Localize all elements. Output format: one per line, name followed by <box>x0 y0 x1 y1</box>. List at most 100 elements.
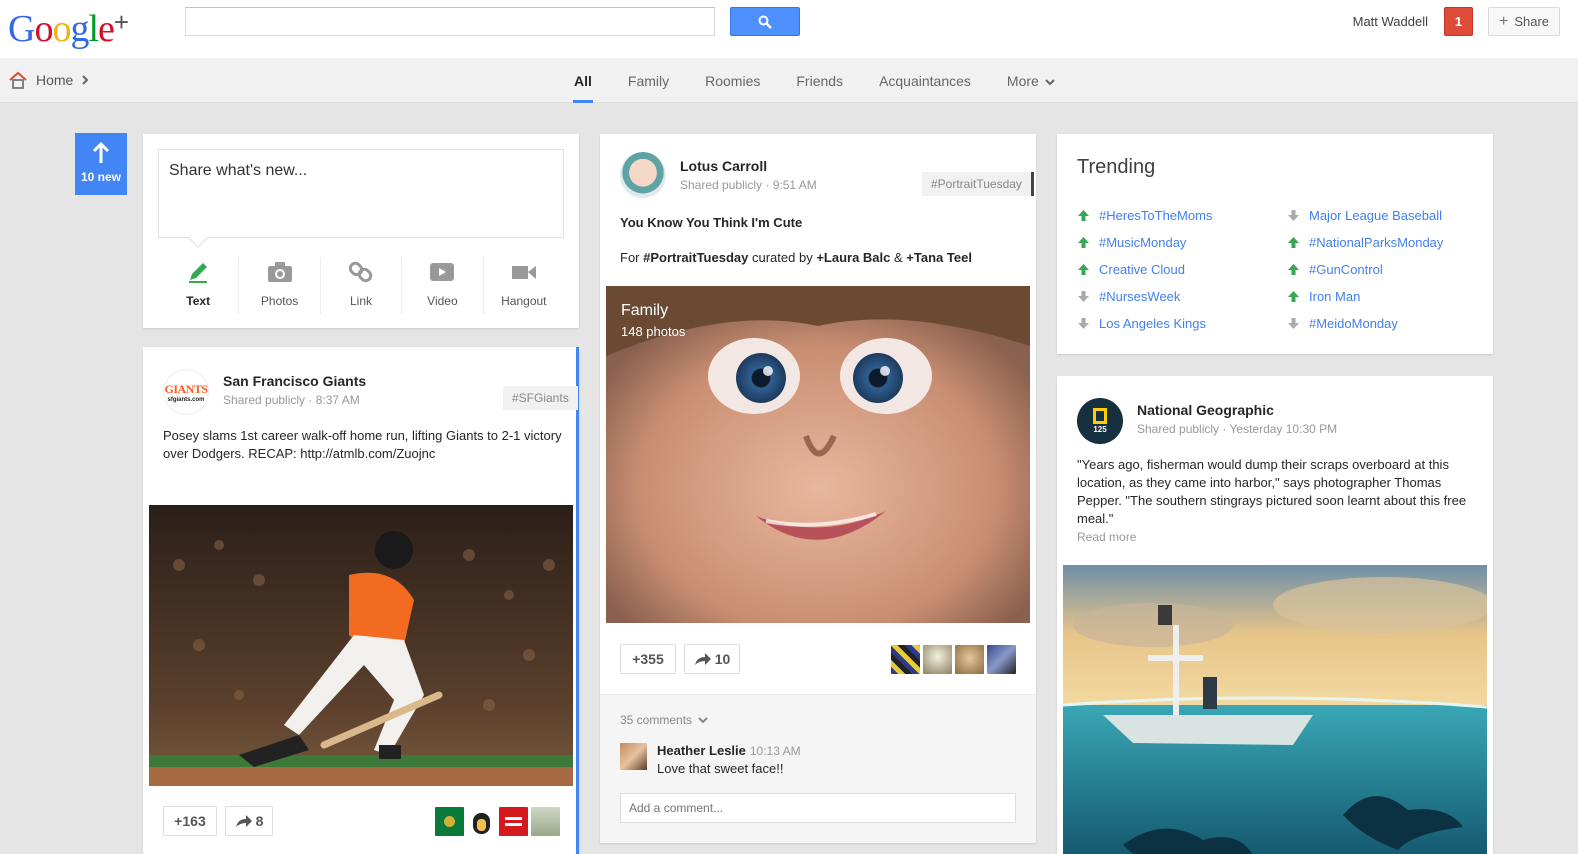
avatar[interactable] <box>987 645 1016 674</box>
stream-tabs: All Family Roomies Friends Acquaintances… <box>556 58 1073 103</box>
trending-item[interactable]: Los Angeles Kings <box>1077 310 1212 337</box>
post-author[interactable]: San Francisco Giants <box>223 373 366 389</box>
avatar[interactable] <box>531 807 560 836</box>
trend-down-icon <box>1288 318 1299 329</box>
avatar[interactable] <box>923 645 952 674</box>
trending-item[interactable]: #NursesWeek <box>1077 283 1212 310</box>
notification-badge[interactable]: 1 <box>1444 7 1473 36</box>
tab-acquaintances[interactable]: Acquaintances <box>861 58 989 103</box>
reshare-button[interactable]: 10 <box>684 644 740 674</box>
trending-item[interactable]: #NationalParksMonday <box>1287 229 1443 256</box>
search-button[interactable] <box>730 7 800 36</box>
avatar[interactable] <box>620 152 666 198</box>
album-overlay[interactable]: Family 148 photos <box>621 302 685 339</box>
share-link-button[interactable]: Link <box>321 258 403 314</box>
trending-item[interactable]: Iron Man <box>1287 283 1443 310</box>
post-text: Posey slams 1st career walk-off home run… <box>163 428 562 461</box>
post-text: For #PortraitTuesday curated by +Laura B… <box>620 250 972 265</box>
trending-item[interactable]: #HeresToTheMoms <box>1077 202 1212 229</box>
avatar[interactable] <box>955 645 984 674</box>
trending-item[interactable]: Major League Baseball <box>1287 202 1443 229</box>
trending-item[interactable]: #MusicMonday <box>1077 229 1212 256</box>
arrow-up-icon <box>92 141 110 163</box>
avatar[interactable] <box>499 807 528 836</box>
pencil-icon <box>189 263 208 283</box>
post-national-geographic: 125 National Geographic Shared publicly … <box>1057 376 1493 854</box>
comment: Heather Leslie 10:13 AM Love that sweet f… <box>620 743 801 776</box>
chevron-down-icon <box>698 717 708 724</box>
trend-up-icon <box>1288 264 1299 275</box>
camera-icon <box>267 262 292 282</box>
hashtag-link[interactable]: #PortraitTuesday <box>643 250 748 265</box>
trending-list-left: #HeresToTheMoms #MusicMonday Creative Cl… <box>1077 202 1212 337</box>
post-header: GIANTS sfgiants.com San Francisco Giants… <box>163 369 366 415</box>
trend-up-icon <box>1078 210 1089 221</box>
search-icon <box>758 15 772 29</box>
share-hangout-button[interactable]: Hangout <box>484 258 564 314</box>
hashtag-pill[interactable]: #SFGiants <box>503 386 578 410</box>
tab-more[interactable]: More <box>989 58 1073 103</box>
tab-friends[interactable]: Friends <box>778 58 861 103</box>
comments-toggle[interactable]: 35 comments <box>620 713 708 727</box>
avatar[interactable] <box>435 807 464 836</box>
tab-roomies[interactable]: Roomies <box>687 58 778 103</box>
top-bar: Google+ Matt Waddell 1 + Share <box>0 0 1578 58</box>
add-comment-input[interactable] <box>620 793 1016 823</box>
tab-all[interactable]: All <box>556 58 610 103</box>
post-author[interactable]: National Geographic <box>1137 402 1337 418</box>
trend-down-icon <box>1078 291 1089 302</box>
user-name[interactable]: Matt Waddell <box>1353 14 1428 29</box>
post-image-portrait[interactable]: Family 148 photos <box>606 286 1030 623</box>
home-icon <box>9 71 27 89</box>
album-name: Family <box>621 302 669 319</box>
home-menu[interactable]: Home <box>8 71 89 89</box>
plus-one-button[interactable]: +163 <box>163 806 217 836</box>
hashtag-pill[interactable]: #PortraitTuesday <box>922 172 1034 196</box>
comment-text: Love that sweet face!! <box>657 761 784 776</box>
avatar[interactable] <box>620 743 647 770</box>
trending-item[interactable]: #GunControl <box>1287 256 1443 283</box>
new-posts-button[interactable]: 10 new <box>75 133 127 195</box>
post-image-stingrays[interactable] <box>1063 565 1487 854</box>
post-actions: +163 8 <box>163 806 273 836</box>
user-mention[interactable]: +Laura Balc <box>816 250 890 265</box>
nav-bar: Home All Family Roomies Friends Acquaint… <box>0 58 1578 103</box>
user-mention[interactable]: +Tana Teel <box>906 250 972 265</box>
share-text-button[interactable]: Text <box>158 258 240 314</box>
google-plus-logo[interactable]: Google+ <box>8 2 129 49</box>
nat-geo-frame-icon <box>1093 408 1107 424</box>
reshare-button[interactable]: 8 <box>225 806 273 836</box>
video-icon <box>430 263 455 281</box>
comments-section: 35 comments Heather Leslie 10:13 AM Love … <box>600 694 1036 843</box>
search-input[interactable] <box>185 7 715 36</box>
share-photos-button[interactable]: Photos <box>239 258 321 314</box>
share-video-button[interactable]: Video <box>402 258 484 314</box>
hangout-camera-icon <box>511 266 536 279</box>
plus-one-button[interactable]: +355 <box>620 644 676 674</box>
share-button[interactable]: + Share <box>1488 7 1560 36</box>
post-image-baseball[interactable] <box>149 505 573 786</box>
share-box: Share what's new... Text Photos Link Vid… <box>143 134 579 328</box>
post-meta: Shared publicly · Yesterday 10:30 PM <box>1137 422 1338 436</box>
link-icon <box>349 261 373 283</box>
chevron-down-icon <box>1045 79 1055 86</box>
share-actions: Text Photos Link Video Hangout <box>158 258 564 314</box>
share-input[interactable]: Share what's new... <box>158 149 564 248</box>
plus-icon: + <box>1498 12 1509 30</box>
post-meta: Shared publicly · 9:51 AM <box>680 178 817 192</box>
trend-up-icon <box>1078 264 1089 275</box>
tab-family[interactable]: Family <box>610 58 687 103</box>
post-author[interactable]: Lotus Carroll <box>680 158 817 174</box>
read-more-link[interactable]: Read more <box>1077 530 1136 544</box>
home-label: Home <box>36 72 74 88</box>
national-geographic-logo[interactable]: 125 <box>1077 398 1123 444</box>
comment-author[interactable]: Heather Leslie <box>657 743 746 758</box>
avatar[interactable] <box>467 807 496 836</box>
trending-item[interactable]: #MeidoMonday <box>1287 310 1443 337</box>
trend-down-icon <box>1078 318 1089 329</box>
trending-item[interactable]: Creative Cloud <box>1077 256 1212 283</box>
avatar[interactable] <box>891 645 920 674</box>
trending-list-right: Major League Baseball #NationalParksMond… <box>1287 202 1443 337</box>
plus-oners-avatars <box>435 807 560 836</box>
sf-giants-logo[interactable]: GIANTS sfgiants.com <box>163 369 209 415</box>
